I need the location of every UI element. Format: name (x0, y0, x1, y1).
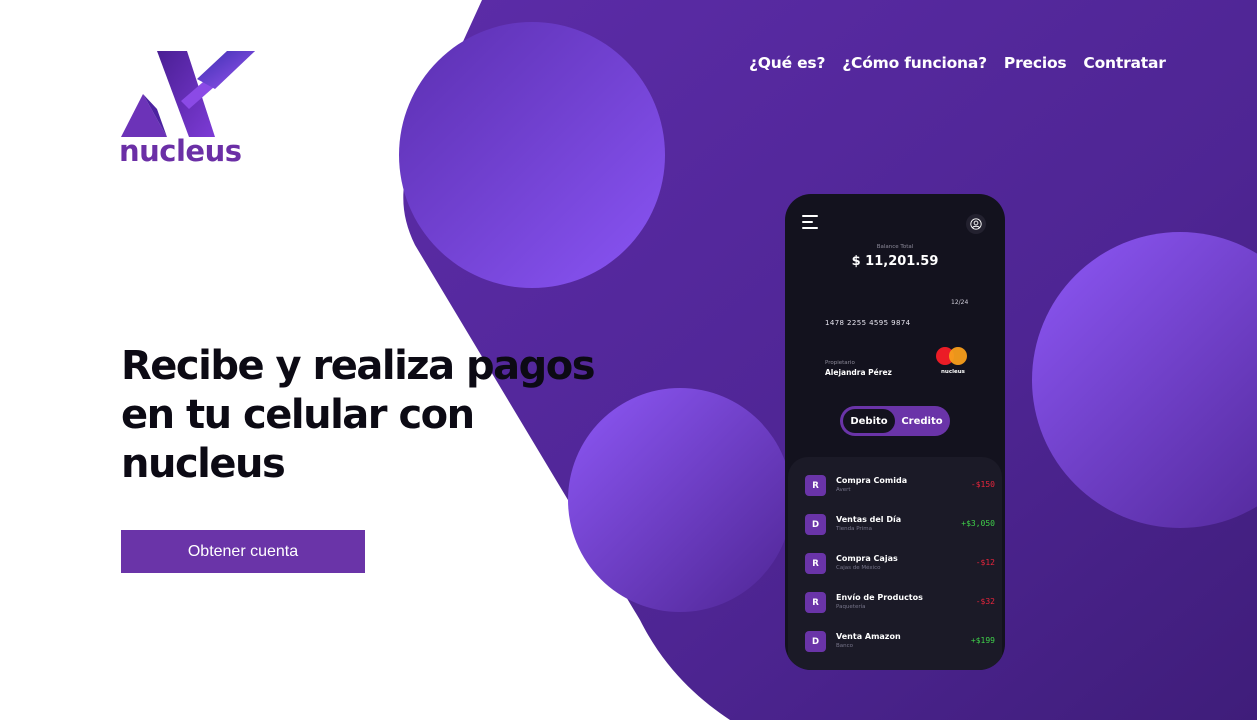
card-owner-label: Propietario (825, 360, 855, 366)
transaction-amount: -$12 (975, 558, 995, 567)
hero-title-line: Recibe y realiza pagos (121, 343, 596, 389)
hero-title-line: en tu celular con (121, 392, 475, 438)
transaction-badge: D (805, 514, 826, 535)
menu-icon[interactable] (802, 215, 818, 229)
transaction-amount: +$199 (970, 636, 995, 645)
nav-link-contratar[interactable]: Contratar (1083, 54, 1165, 72)
transaction-row[interactable]: D Ventas del Día Tienda Prima +$3,050 (805, 514, 995, 538)
mastercard-icon (936, 347, 968, 365)
transaction-row[interactable]: R Compra Comida Avert -$150 (805, 475, 995, 499)
get-account-button[interactable]: Obtener cuenta (121, 530, 365, 573)
user-icon[interactable] (966, 214, 986, 234)
transaction-title: Compra Cajas (836, 554, 898, 563)
brand-name: nucleus (119, 134, 242, 168)
transaction-title: Envío de Productos (836, 593, 923, 602)
main-nav: ¿Qué es? ¿Cómo funciona? Precios Contrat… (749, 54, 1166, 72)
debit-credit-toggle: Debito Credito (840, 406, 950, 436)
transaction-title: Compra Comida (836, 476, 908, 485)
logo-mark-icon (121, 51, 255, 137)
transaction-subtitle: Banco (836, 643, 854, 649)
transaction-badge: R (805, 592, 826, 613)
transaction-title: Venta Amazon (836, 632, 901, 641)
card-expiry: 12/24 (951, 299, 969, 306)
balance-label: Balance Total (876, 244, 914, 250)
transaction-amount: +$3,050 (961, 519, 995, 528)
brand-logo[interactable]: nucleus (119, 49, 259, 174)
toggle-debit[interactable]: Debito (843, 409, 895, 433)
transaction-subtitle: Avert (836, 487, 851, 493)
transaction-row[interactable]: R Compra Cajas Cajas de México -$12 (805, 553, 995, 577)
hero-title: Recibe y realiza pagos en tu celular con… (121, 342, 641, 489)
phone-mockup: Balance Total $ 11,201.59 12/24 1478 225… (785, 194, 1005, 670)
card-number: 1478 2255 4595 9874 (825, 319, 911, 327)
transaction-row[interactable]: R Envío de Productos Paquetería -$32 (805, 592, 995, 616)
transaction-badge: D (805, 631, 826, 652)
nav-link-que-es[interactable]: ¿Qué es? (749, 54, 825, 72)
nav-link-como-funciona[interactable]: ¿Cómo funciona? (842, 54, 987, 72)
hero-title-line: nucleus (121, 441, 286, 487)
transaction-badge: R (805, 553, 826, 574)
transaction-amount: -$32 (975, 597, 995, 606)
transaction-badge: R (805, 475, 826, 496)
transactions-panel: R Compra Comida Avert -$150 D Ventas del… (788, 457, 1002, 670)
transaction-title: Ventas del Día (836, 515, 902, 524)
balance-value: $ 11,201.59 (851, 254, 939, 269)
card-brand: nucleus (941, 369, 965, 375)
nav-link-precios[interactable]: Precios (1004, 54, 1067, 72)
transaction-amount: -$150 (970, 480, 995, 489)
card-owner-name: Alejandra Pérez (825, 368, 892, 377)
transaction-subtitle: Paquetería (836, 604, 866, 610)
transaction-subtitle: Cajas de México (836, 565, 881, 571)
toggle-credit[interactable]: Credito (896, 409, 948, 433)
transaction-row[interactable]: D Venta Amazon Banco +$199 (805, 631, 995, 655)
transaction-subtitle: Tienda Prima (836, 526, 872, 532)
